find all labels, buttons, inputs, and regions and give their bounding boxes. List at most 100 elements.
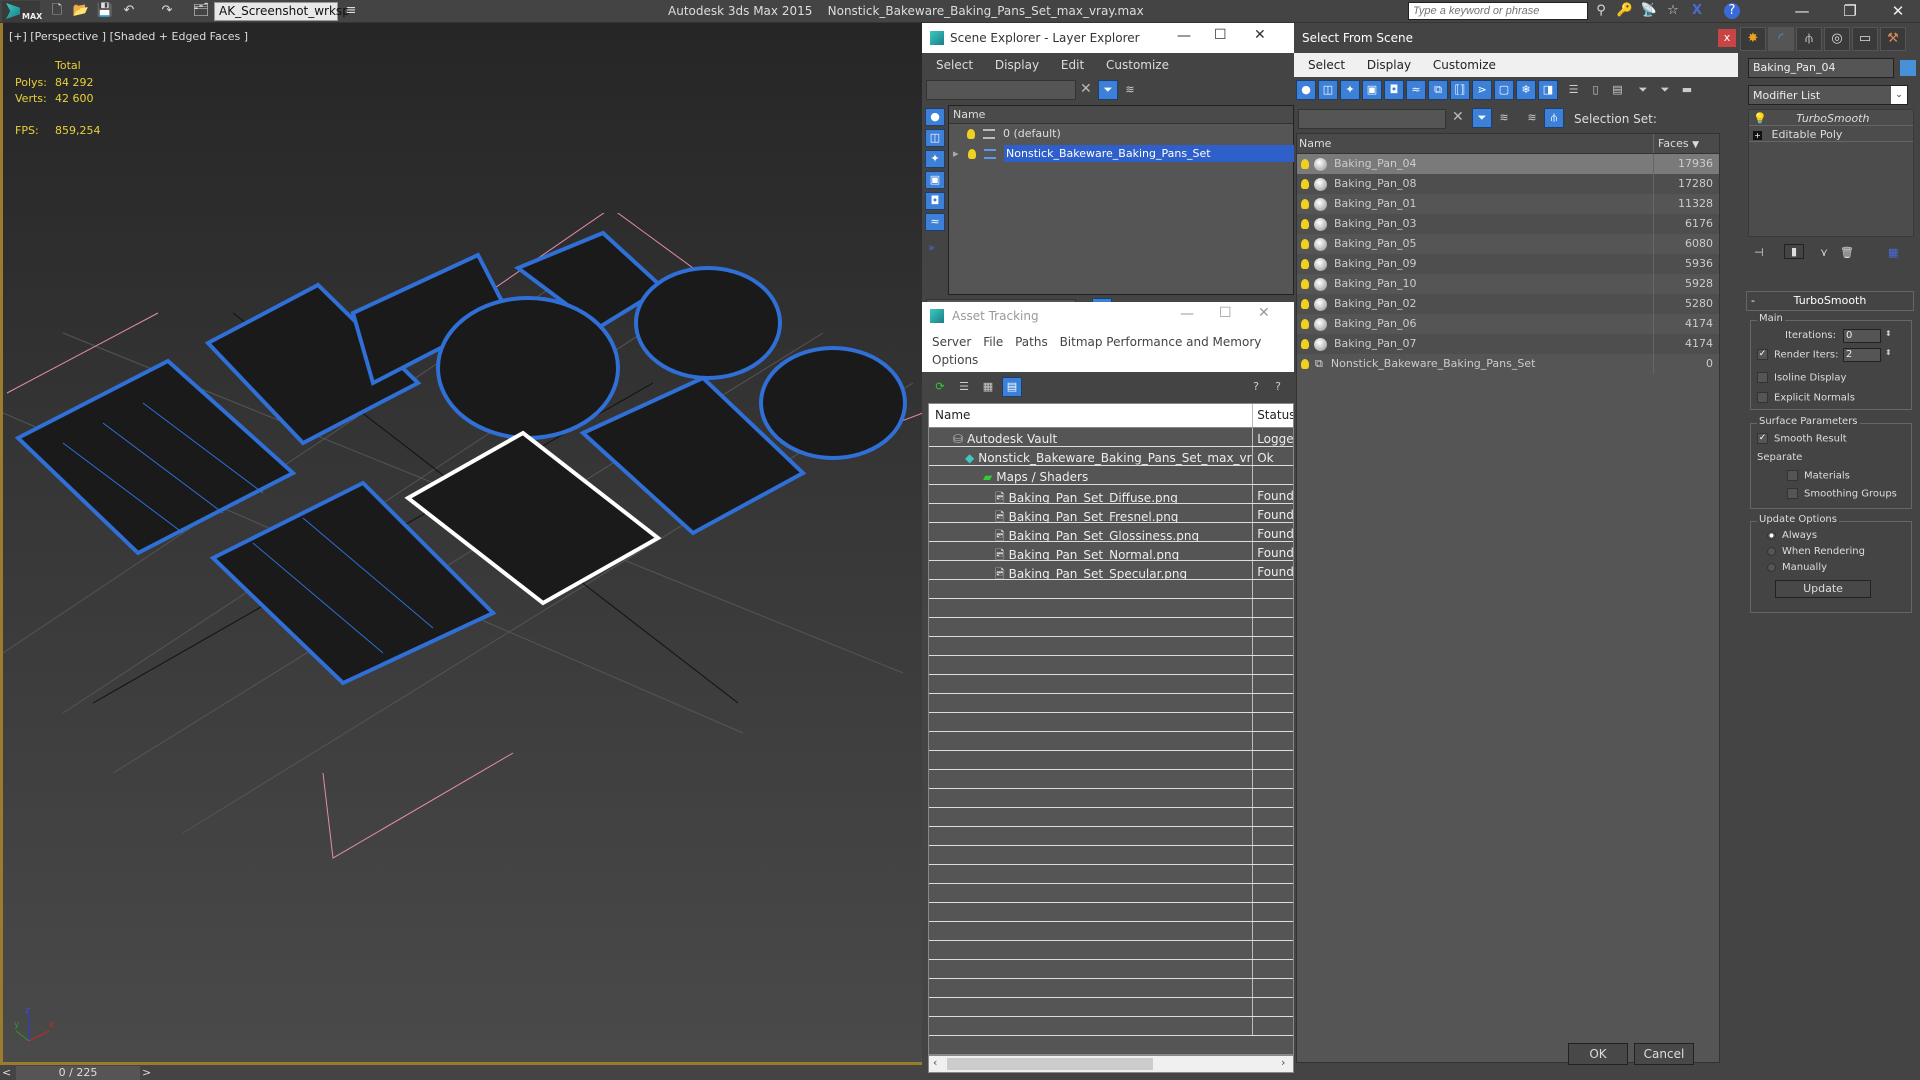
spacewarps-filter-icon[interactable]: ≈	[925, 213, 945, 231]
update-always-radio[interactable]: Always	[1767, 530, 1817, 541]
visibility-bulb-icon[interactable]	[1301, 179, 1309, 189]
visibility-bulb-icon[interactable]	[1301, 199, 1309, 209]
new-file-icon[interactable]: 🗋	[48, 3, 66, 19]
asset-row[interactable]: 🖻 Baking_Pan_Set_Glossiness.png Found	[929, 523, 1293, 542]
visibility-bulb-icon[interactable]	[1301, 359, 1309, 369]
object-name-input[interactable]: Baking_Pan_04	[1748, 58, 1894, 78]
filter-toggle-icon[interactable]: ⏷	[1098, 80, 1118, 100]
configure-modifier-sets-icon[interactable]: ▦	[1888, 246, 1898, 259]
render-iters-checkbox[interactable]: ✓ Render Iters:	[1757, 349, 1839, 361]
scene-explorer-search-input[interactable]	[926, 80, 1076, 100]
hidden-filter-icon[interactable]: ◨	[1538, 80, 1558, 100]
list-view-icon[interactable]: ☰	[954, 377, 974, 397]
helpers-filter-icon[interactable]: ◘	[925, 192, 945, 210]
name-column-header[interactable]: Name	[1297, 134, 1653, 153]
hierarchy-tab-icon[interactable]: ⫛	[1796, 27, 1822, 51]
ok-button[interactable]: OK	[1568, 1043, 1628, 1065]
groups-filter-icon[interactable]: ⧉	[1428, 80, 1448, 100]
show-end-result-icon[interactable]: ▮	[1784, 244, 1805, 259]
app-menu-button[interactable]: MAX	[2, 1, 42, 22]
favorites-star-icon[interactable]: ☆	[1664, 3, 1682, 19]
expand-toolbar-icon[interactable]: »	[928, 241, 948, 254]
object-row[interactable]: Baking_Pan_08 17280	[1297, 174, 1719, 194]
key-icon[interactable]: 🔑	[1616, 3, 1634, 19]
render-iters-spinner[interactable]: 2	[1843, 348, 1881, 362]
spinner-arrows-icon[interactable]: ⬍	[1885, 348, 1892, 357]
visibility-bulb-icon[interactable]	[1301, 159, 1309, 169]
layer-options-icon[interactable]: ≋	[1120, 80, 1140, 100]
spacewarps-filter-icon[interactable]: ≈	[1406, 80, 1426, 100]
materials-checkbox[interactable]: Materials	[1787, 470, 1850, 482]
exchange-icon[interactable]: X	[1688, 3, 1706, 19]
pin-stack-icon[interactable]: ⊣	[1754, 246, 1764, 259]
visibility-bulb-icon[interactable]	[1301, 219, 1309, 229]
satellite-icon[interactable]: 📡	[1640, 3, 1658, 19]
scene-search-input[interactable]	[1298, 109, 1446, 129]
menu-select[interactable]: Select	[1308, 58, 1345, 72]
geometry-filter-icon[interactable]: ●	[1296, 80, 1316, 100]
asset-row[interactable]: 🖻 Baking_Pan_Set_Fresnel.png Found	[929, 504, 1293, 523]
update-button[interactable]: Update	[1775, 580, 1871, 598]
open-file-icon[interactable]: 📂	[72, 3, 90, 19]
object-row[interactable]: Baking_Pan_02 5280	[1297, 294, 1719, 314]
filter-icon[interactable]: ⏷	[1633, 80, 1653, 100]
scroll-right-icon[interactable]: ›	[1281, 1056, 1285, 1069]
layer-visibility-icon[interactable]	[967, 129, 975, 139]
isoline-display-checkbox[interactable]: Isoline Display	[1757, 372, 1846, 384]
menu-customize[interactable]: Customize	[1106, 58, 1169, 72]
refresh-icon[interactable]: ⟳	[930, 377, 950, 397]
minimize-button[interactable]: —	[1780, 0, 1824, 22]
remove-modifier-icon[interactable]: 🗑	[1840, 246, 1854, 259]
lights-filter-icon[interactable]: ✦	[1340, 80, 1360, 100]
menu-display[interactable]: Display	[1367, 58, 1411, 72]
explicit-normals-checkbox[interactable]: Explicit Normals	[1757, 392, 1855, 404]
name-column-header[interactable]: Name	[929, 404, 1254, 427]
time-slider[interactable]: 0 / 225	[16, 1066, 140, 1080]
stack-item-editable-poly[interactable]: + Editable Poly	[1749, 126, 1913, 142]
update-manually-radio[interactable]: Manually	[1767, 562, 1827, 573]
scene-explorer-titlebar[interactable]: Scene Explorer - Layer Explorer — ☐ ✕	[922, 23, 1294, 53]
name-column-header[interactable]: Name	[949, 106, 1293, 124]
select-all-icon[interactable]: ☰	[1564, 80, 1584, 100]
object-row[interactable]: Baking_Pan_03 6176	[1297, 214, 1719, 234]
binoculars-icon[interactable]: ⚲	[1592, 3, 1610, 19]
object-row[interactable]: Baking_Pan_06 4174	[1297, 314, 1719, 334]
containers-filter-icon[interactable]: ▢	[1494, 80, 1514, 100]
object-row[interactable]: Baking_Pan_01 11328	[1297, 194, 1719, 214]
menu-bitmap-performance[interactable]: Bitmap Performance and Memory	[1060, 335, 1262, 349]
layer-options-icon[interactable]: ≋	[1494, 108, 1514, 128]
visibility-bulb-icon[interactable]	[1301, 279, 1309, 289]
visibility-bulb-icon[interactable]	[1301, 299, 1309, 309]
maximize-button[interactable]: ☐	[1219, 305, 1232, 321]
smooth-result-checkbox[interactable]: ✓ Smooth Result	[1757, 433, 1847, 445]
object-row[interactable]: Baking_Pan_09 5936	[1297, 254, 1719, 274]
menu-file[interactable]: File	[983, 335, 1003, 349]
iterations-spinner[interactable]: 0	[1843, 329, 1881, 343]
asset-row[interactable]: ◆ Nonstick_Bakeware_Baking_Pans_Set_max_v…	[929, 447, 1293, 466]
menu-edit[interactable]: Edit	[1061, 58, 1084, 72]
layer-visibility-icon[interactable]	[968, 149, 977, 159]
visibility-bulb-icon[interactable]	[1301, 339, 1309, 349]
perspective-viewport[interactable]: [+] [Perspective ] [Shaded + Edged Faces…	[0, 23, 923, 1065]
cameras-filter-icon[interactable]: ▣	[1362, 80, 1382, 100]
scroll-thumb[interactable]	[947, 1058, 1153, 1070]
asset-row[interactable]: 🖻 Baking_Pan_Set_Diffuse.png Found	[929, 485, 1293, 504]
project-folder-icon[interactable]: 🗂	[192, 3, 210, 19]
undo-icon[interactable]: ↶	[120, 3, 138, 19]
clear-search-icon[interactable]: ✕	[1452, 109, 1464, 125]
menu-server[interactable]: Server	[932, 335, 971, 349]
shapes-filter-icon[interactable]: ◫	[1318, 80, 1338, 100]
update-when-rendering-radio[interactable]: When Rendering	[1767, 546, 1865, 557]
spinner-arrows-icon[interactable]: ⬍	[1885, 329, 1892, 338]
modifier-light-bulb-icon[interactable]: 💡	[1753, 112, 1767, 125]
expand-arrow-icon[interactable]: ▸	[953, 147, 959, 160]
motion-tab-icon[interactable]: ◎	[1824, 27, 1850, 51]
menu-customize[interactable]: Customize	[1433, 58, 1496, 72]
expand-plus-icon[interactable]: +	[1753, 131, 1762, 140]
geometry-filter-icon[interactable]: ●	[925, 108, 945, 126]
make-unique-icon[interactable]: ⋎	[1820, 246, 1828, 259]
visibility-bulb-icon[interactable]	[1301, 259, 1309, 269]
asset-row[interactable]: ⛁ Autodesk Vault Logge	[929, 428, 1293, 447]
time-next-button[interactable]: >	[142, 1066, 154, 1079]
close-button[interactable]: x	[1718, 29, 1736, 47]
